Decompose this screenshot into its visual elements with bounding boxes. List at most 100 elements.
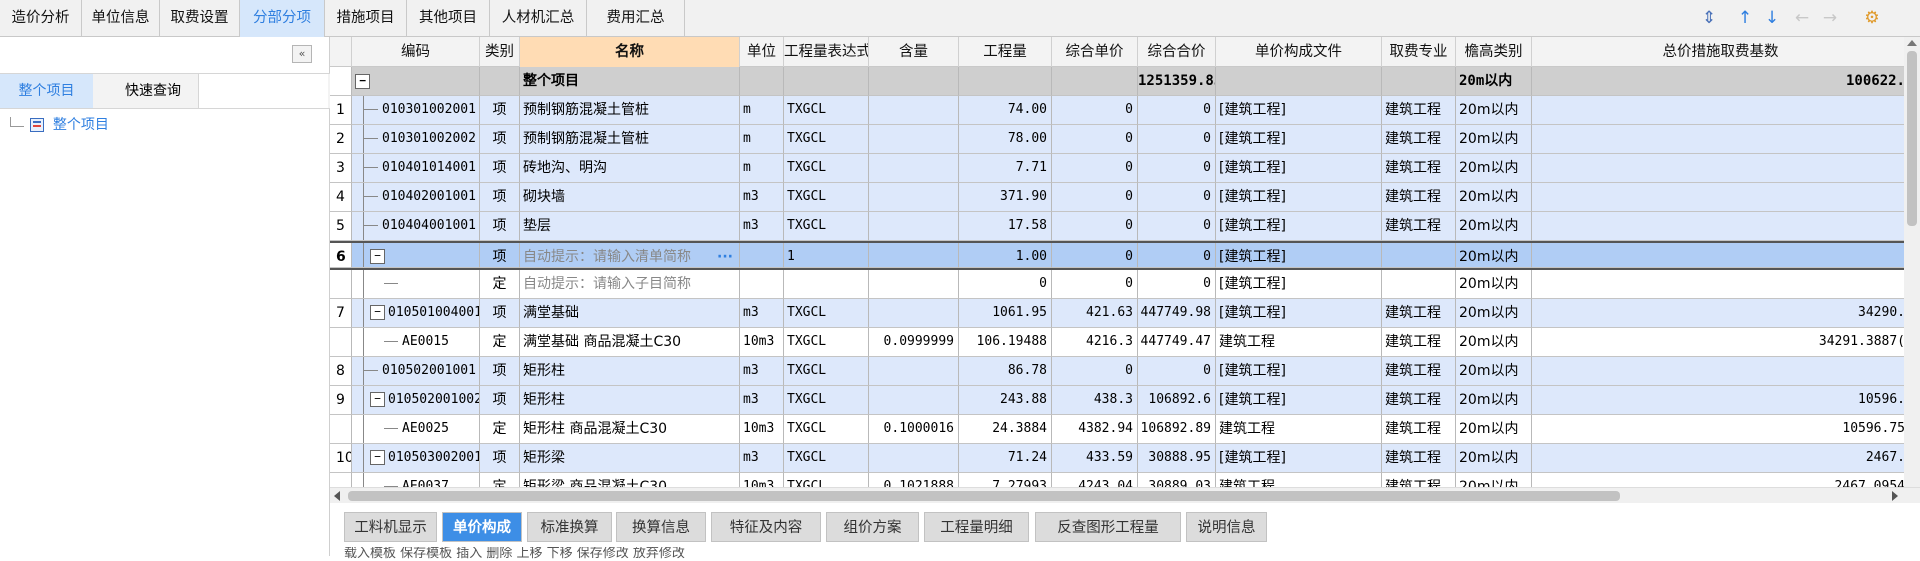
table-row[interactable]: AE0037 定 矩形梁 商品混凝土C30 10m3 TXGCL 0.1021888 7.2…: [330, 473, 1910, 487]
table-row[interactable]: AE0015 定满堂基础 商品混凝土C30 10m3 TXGCL 0.0999999 10…: [330, 328, 1910, 357]
unit-cell[interactable]: m3: [740, 212, 784, 241]
bottom-tab-2[interactable]: 标准换算: [527, 512, 612, 542]
total-price-cell[interactable]: 447749.47: [1138, 328, 1216, 357]
top-tab-3[interactable]: 分部分项: [240, 0, 325, 37]
column-header-9[interactable]: 单价构成文件: [1216, 37, 1382, 67]
content-cell[interactable]: [869, 183, 959, 212]
horizontal-scrollbar[interactable]: [330, 487, 1920, 503]
total-price-cell[interactable]: 0: [1138, 96, 1216, 125]
unit-price-cell[interactable]: 4216.3: [1052, 328, 1138, 357]
unit-price-cell[interactable]: 0: [1052, 270, 1138, 299]
code-cell[interactable]: 010402001001: [352, 183, 480, 212]
total-price-cell[interactable]: 30889.03: [1138, 473, 1216, 487]
eave-height-cell[interactable]: 20m以内: [1456, 328, 1532, 357]
measure-base-cell[interactable]: 34290.: [1532, 299, 1910, 328]
unit-price-cell[interactable]: 0: [1052, 243, 1138, 268]
table-row[interactable]: 6 − 项自动提示：请输入清单简称 ··· 1 1.00 0 0 [建筑工程] 20m以内: [330, 241, 1910, 270]
quantity-cell[interactable]: 0: [959, 270, 1052, 299]
measure-base-cell[interactable]: 2467.0954: [1532, 473, 1910, 487]
content-cell[interactable]: [869, 386, 959, 415]
total-price-cell[interactable]: 0: [1138, 357, 1216, 386]
column-header-0[interactable]: 编码: [352, 37, 480, 67]
name-cell[interactable]: 满堂基础 商品混凝土C30: [520, 328, 740, 357]
unit-price-cell[interactable]: 4382.94: [1052, 415, 1138, 444]
expression-cell[interactable]: TXGCL: [784, 357, 869, 386]
specialty-cell[interactable]: 建筑工程: [1382, 183, 1456, 212]
table-row[interactable]: AE0025 定矩形柱 商品混凝土C30 10m3 TXGCL 0.1000016 24.…: [330, 415, 1910, 444]
eave-height-cell[interactable]: 20m以内: [1456, 270, 1532, 299]
vertical-scrollbar[interactable]: [1904, 37, 1920, 487]
expression-cell[interactable]: TXGCL: [784, 473, 869, 487]
code-cell[interactable]: −010501004001: [352, 299, 480, 328]
column-header-1[interactable]: 类别: [480, 37, 520, 67]
type-cell[interactable]: 定: [480, 270, 520, 299]
settings-icon[interactable]: ⚙: [1860, 6, 1884, 30]
code-cell[interactable]: −: [352, 243, 480, 268]
measure-base-cell[interactable]: [1532, 96, 1910, 125]
top-tab-4[interactable]: 措施项目: [325, 0, 407, 37]
unit-cell[interactable]: m: [740, 154, 784, 183]
content-cell[interactable]: [869, 212, 959, 241]
table-row[interactable]: 9−010502001002 项矩形柱 m3 TXGCL 243.88 438.3 1068…: [330, 386, 1910, 415]
total-price-cell[interactable]: 0: [1138, 125, 1216, 154]
type-cell[interactable]: 项: [480, 357, 520, 386]
measure-base-cell[interactable]: 10596.75: [1532, 415, 1910, 444]
name-cell[interactable]: 预制钢筋混凝土管桩: [520, 125, 740, 154]
eave-height-cell[interactable]: 20m以内: [1456, 415, 1532, 444]
unit-price-cell[interactable]: 421.63: [1052, 299, 1138, 328]
name-cell[interactable]: 矩形柱: [520, 357, 740, 386]
column-header-5[interactable]: 含量: [869, 37, 959, 67]
quantity-cell[interactable]: 371.90: [959, 183, 1052, 212]
name-cell[interactable]: 矩形梁: [520, 444, 740, 473]
specialty-cell[interactable]: 建筑工程: [1382, 415, 1456, 444]
column-header-6[interactable]: 工程量: [959, 37, 1052, 67]
type-cell[interactable]: 项: [480, 386, 520, 415]
table-row[interactable]: 1 010301002001 项预制钢筋混凝土管桩 m TXGCL 74.00 0 0 [建筑工…: [330, 96, 1910, 125]
quantity-cell[interactable]: 1061.95: [959, 299, 1052, 328]
name-cell[interactable]: 垫层: [520, 212, 740, 241]
name-cell[interactable]: 满堂基础: [520, 299, 740, 328]
table-row[interactable]: 7−010501004001 项满堂基础 m3 TXGCL 1061.95 421.63 4…: [330, 299, 1910, 328]
total-price-cell[interactable]: 0: [1138, 212, 1216, 241]
unit-price-cell[interactable]: 438.3: [1052, 386, 1138, 415]
eave-height-cell[interactable]: 20m以内: [1456, 212, 1532, 241]
total-price-cell[interactable]: 30888.95: [1138, 444, 1216, 473]
content-cell[interactable]: [869, 125, 959, 154]
content-cell[interactable]: [869, 357, 959, 386]
name-cell[interactable]: 矩形柱 商品混凝土C30: [520, 415, 740, 444]
quantity-cell[interactable]: 7.27993: [959, 473, 1052, 487]
bottom-tab-0[interactable]: 工料机显示: [344, 512, 437, 542]
quantity-cell[interactable]: 243.88: [959, 386, 1052, 415]
price-file-cell[interactable]: [建筑工程]: [1216, 357, 1382, 386]
content-cell[interactable]: 0.0999999: [869, 328, 959, 357]
unit-price-cell[interactable]: 0: [1052, 154, 1138, 183]
quantity-cell[interactable]: 106.19488: [959, 328, 1052, 357]
type-cell[interactable]: 项: [480, 444, 520, 473]
expression-cell[interactable]: TXGCL: [784, 328, 869, 357]
collapse-icon[interactable]: −: [355, 73, 370, 89]
quantity-cell[interactable]: 24.3884: [959, 415, 1052, 444]
table-row[interactable]: 4 010402001001 项砌块墙 m3 TXGCL 371.90 0 0 [建筑工程] 建筑…: [330, 183, 1910, 212]
expression-cell[interactable]: TXGCL: [784, 386, 869, 415]
name-cell[interactable]: 砖地沟、明沟: [520, 154, 740, 183]
content-cell[interactable]: [869, 154, 959, 183]
content-cell[interactable]: [869, 444, 959, 473]
price-file-cell[interactable]: 建筑工程: [1216, 473, 1382, 487]
quantity-cell[interactable]: 74.00: [959, 96, 1052, 125]
price-file-cell[interactable]: 建筑工程: [1216, 328, 1382, 357]
unit-cell[interactable]: m3: [740, 386, 784, 415]
column-header-8[interactable]: 综合合价: [1138, 37, 1216, 67]
eave-height-cell[interactable]: 20m以内: [1456, 357, 1532, 386]
specialty-cell[interactable]: 建筑工程: [1382, 473, 1456, 487]
unit-price-cell[interactable]: 0: [1052, 183, 1138, 212]
top-tab-0[interactable]: 造价分析: [0, 0, 82, 37]
unit-cell[interactable]: m3: [740, 444, 784, 473]
bottom-tab-7[interactable]: 反查图形工程量: [1035, 512, 1181, 542]
unit-cell[interactable]: m: [740, 125, 784, 154]
top-tab-6[interactable]: 人材机汇总: [490, 0, 587, 37]
name-cell[interactable]: 矩形柱: [520, 386, 740, 415]
level-icon[interactable]: ⇕: [1697, 6, 1721, 30]
unit-price-cell[interactable]: 0: [1052, 357, 1138, 386]
unit-cell[interactable]: m: [740, 96, 784, 125]
specialty-cell[interactable]: 建筑工程: [1382, 212, 1456, 241]
